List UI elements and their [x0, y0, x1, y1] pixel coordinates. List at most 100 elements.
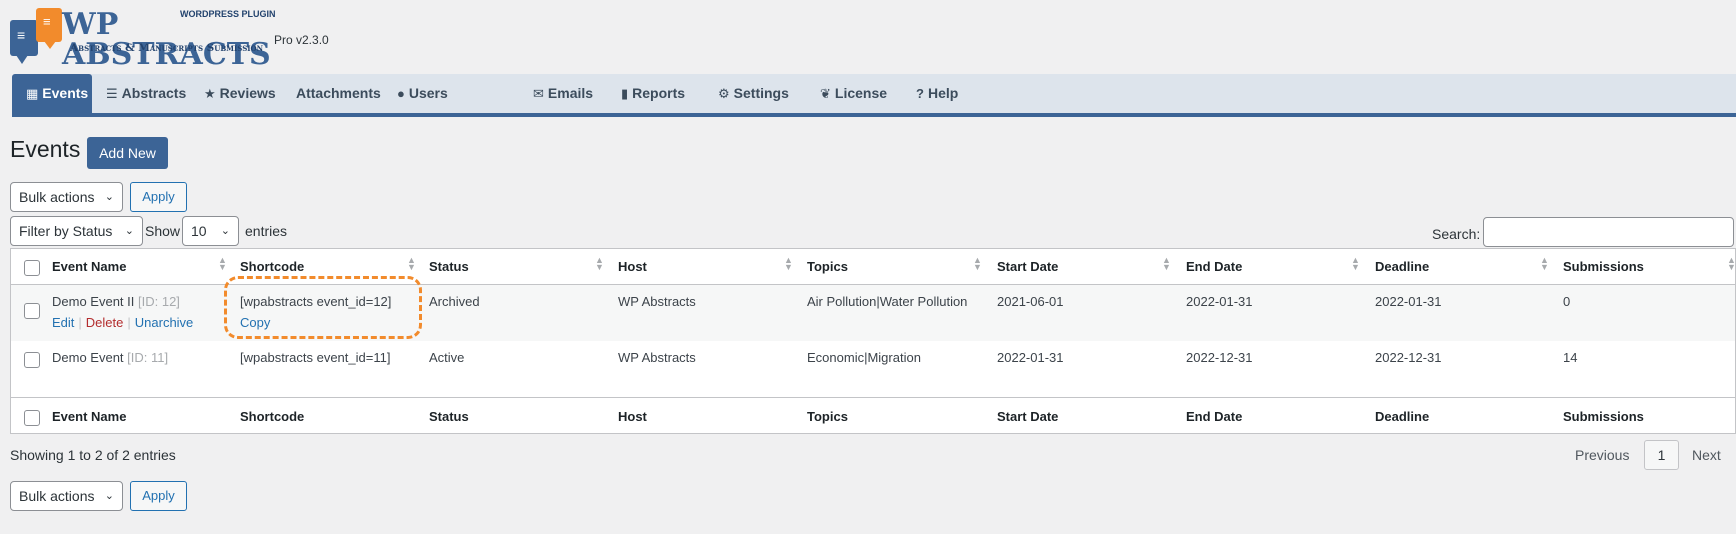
event-id: [ID: 12]: [138, 294, 180, 309]
col-event-name[interactable]: Event Name: [52, 259, 126, 274]
tab-attachments[interactable]: Attachments: [282, 74, 395, 113]
envelope-icon: ✉: [533, 86, 544, 101]
col-deadline[interactable]: Deadline: [1375, 259, 1429, 274]
col-topics[interactable]: Topics: [807, 259, 848, 274]
page-button[interactable]: 1: [1644, 440, 1679, 470]
apply-button[interactable]: Apply: [130, 481, 187, 511]
select-all-checkbox[interactable]: [24, 260, 40, 276]
showing-entries: Showing 1 to 2 of 2 entries: [10, 447, 176, 463]
end-date-cell: 2022-12-31: [1186, 350, 1253, 365]
previous-button[interactable]: Previous: [1575, 447, 1629, 463]
version-label: Pro v2.3.0: [274, 33, 329, 47]
main-nav: ▦ Events ☰ Abstracts ★ Reviews Attachments …: [12, 74, 1736, 117]
tab-help[interactable]: ? Help: [902, 74, 972, 113]
topics-cell: Economic|Migration: [807, 350, 921, 365]
page-title: Events: [10, 136, 81, 162]
add-new-button[interactable]: Add New: [87, 137, 168, 169]
chevron-down-icon: ⌄: [124, 225, 134, 237]
col-end-date[interactable]: End Date: [1186, 409, 1242, 424]
unarchive-link[interactable]: Unarchive: [135, 315, 194, 330]
col-start-date[interactable]: Start Date: [997, 259, 1058, 274]
leaf-icon: ❦: [820, 86, 831, 101]
col-shortcode[interactable]: Shortcode: [240, 409, 304, 424]
deadline-cell: 2022-01-31: [1375, 294, 1442, 309]
event-id: [ID: 11]: [127, 350, 169, 365]
tab-emails[interactable]: ✉ Emails: [519, 74, 607, 113]
calendar-icon: ▦: [26, 86, 39, 101]
next-button[interactable]: Next: [1692, 447, 1721, 463]
sort-icon[interactable]: ▲ ▼: [1540, 256, 1549, 272]
sort-icon[interactable]: ▲ ▼: [407, 256, 416, 272]
tab-license[interactable]: ❦ License: [806, 74, 901, 113]
tab-reports[interactable]: ▮ Reports: [607, 74, 699, 113]
help-icon: ?: [916, 86, 924, 101]
table-row: Demo Event [ID: 11] [wpabstracts event_i…: [11, 341, 1735, 397]
col-status[interactable]: Status: [429, 409, 469, 424]
col-shortcode[interactable]: Shortcode: [240, 259, 304, 274]
row-checkbox[interactable]: [24, 303, 40, 319]
tab-abstracts[interactable]: ☰ Abstracts: [92, 74, 200, 113]
col-host[interactable]: Host: [618, 409, 647, 424]
filter-status-select[interactable]: Filter by Status ⌄: [10, 216, 143, 246]
host-cell: WP Abstracts: [618, 294, 696, 309]
col-host[interactable]: Host: [618, 259, 647, 274]
start-date-cell: 2022-01-31: [997, 350, 1064, 365]
sort-icon[interactable]: ▲ ▼: [1727, 256, 1736, 272]
brand-subtitle: Abstracts & Manuscripts Submission: [70, 42, 264, 54]
event-name-cell: Demo Event II [ID: 12]: [52, 294, 180, 309]
select-all-checkbox[interactable]: [24, 410, 40, 426]
apply-button[interactable]: Apply: [130, 182, 187, 212]
entries-label: entries: [245, 223, 288, 239]
tab-users[interactable]: ● Users: [383, 74, 462, 113]
col-end-date[interactable]: End Date: [1186, 259, 1242, 274]
submissions-cell: 0: [1563, 294, 1571, 309]
tab-reviews[interactable]: ★ Reviews: [190, 74, 290, 113]
star-icon: ★: [204, 86, 216, 101]
shortcode-highlight: [224, 276, 422, 339]
menu-lines-icon: ≡: [17, 27, 26, 43]
bulk-actions-select[interactable]: Bulk actions ⌄: [10, 182, 123, 212]
bar-chart-icon: ▮: [621, 86, 629, 101]
col-status[interactable]: Status: [429, 259, 469, 274]
status-cell: Active: [429, 350, 465, 365]
chevron-down-icon: ⌄: [220, 225, 230, 237]
sort-icon[interactable]: ▲ ▼: [218, 256, 227, 272]
sort-icon[interactable]: ▲ ▼: [973, 256, 982, 272]
col-submissions[interactable]: Submissions: [1563, 409, 1644, 424]
sort-icon[interactable]: ▲ ▼: [784, 256, 793, 272]
topics-cell: Air Pollution|Water Pollution: [807, 294, 968, 309]
search-label: Search:: [1432, 226, 1481, 242]
start-date-cell: 2021-06-01: [997, 294, 1064, 309]
col-start-date[interactable]: Start Date: [997, 409, 1058, 424]
gear-icon: ⚙: [718, 86, 730, 101]
edit-link[interactable]: Edit: [52, 315, 74, 330]
chevron-down-icon: ⌄: [104, 191, 114, 203]
sort-icon[interactable]: ▲ ▼: [1351, 256, 1360, 272]
bulk-actions-select[interactable]: Bulk actions ⌄: [10, 481, 123, 511]
sort-icon[interactable]: ▲ ▼: [595, 256, 604, 272]
search-input[interactable]: [1483, 217, 1734, 247]
tab-events[interactable]: ▦ Events: [12, 74, 92, 113]
sort-icon[interactable]: ▲ ▼: [1162, 256, 1171, 272]
col-topics[interactable]: Topics: [807, 409, 848, 424]
delete-link[interactable]: Delete: [86, 315, 124, 330]
brand-logo: ≡ ≡ WORDPRESS PLUGIN WP ABSTRACTS Abstra…: [10, 6, 330, 70]
list-icon: ☰: [106, 86, 118, 101]
status-cell: Archived: [429, 294, 480, 309]
shortcode-cell: [wpabstracts event_id=11]: [240, 350, 391, 365]
user-icon: ●: [397, 86, 405, 101]
menu-lines-icon: ≡: [43, 14, 51, 29]
col-deadline[interactable]: Deadline: [1375, 409, 1429, 424]
host-cell: WP Abstracts: [618, 350, 696, 365]
row-checkbox[interactable]: [24, 352, 40, 368]
deadline-cell: 2022-12-31: [1375, 350, 1442, 365]
end-date-cell: 2022-01-31: [1186, 294, 1253, 309]
event-name-cell: Demo Event [ID: 11]: [52, 350, 169, 365]
chevron-down-icon: ⌄: [104, 490, 114, 502]
entries-select[interactable]: 10 ⌄: [182, 216, 239, 246]
col-event-name[interactable]: Event Name: [52, 409, 126, 424]
tab-settings[interactable]: ⚙ Settings: [704, 74, 803, 113]
col-submissions[interactable]: Submissions: [1563, 259, 1644, 274]
table-footer-header: Event Name Shortcode Status Host Topics …: [11, 397, 1735, 434]
row-actions: Edit | Delete | Unarchive: [52, 315, 194, 330]
